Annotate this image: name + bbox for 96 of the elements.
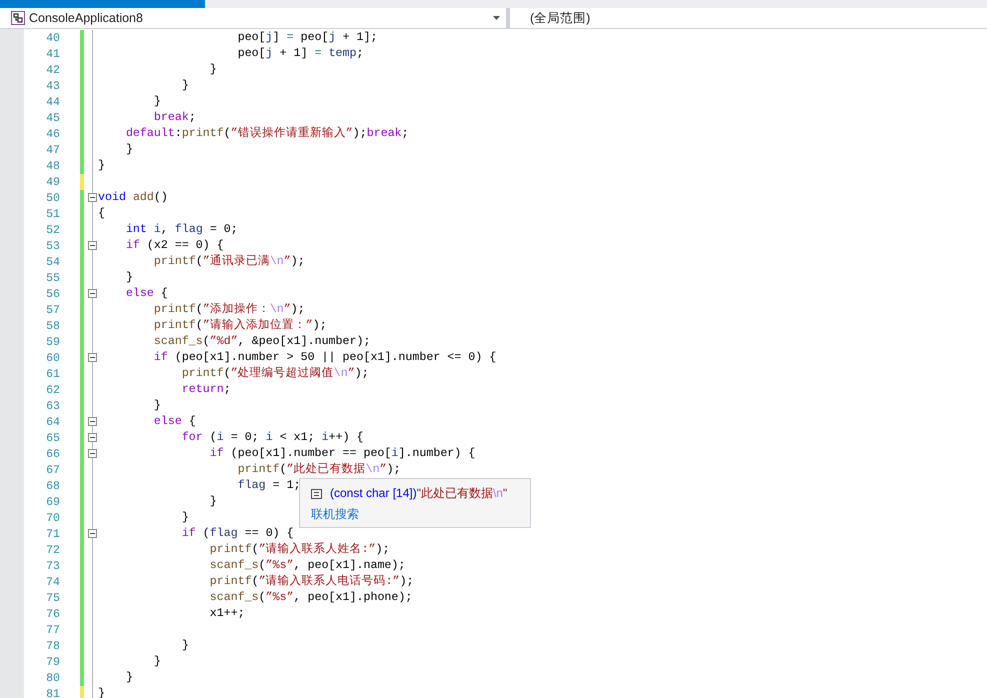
- code-line: }: [124, 270, 133, 286]
- code-line: else {: [152, 414, 196, 430]
- line-number: 67: [45, 464, 60, 476]
- code-line: if (peo[x1].number == peo[i].number) {: [208, 446, 476, 462]
- line-number: 72: [45, 544, 60, 556]
- line-number: 48: [45, 160, 60, 172]
- code-line: scanf_s(”%s”, peo[x1].name);: [208, 558, 406, 574]
- line-number: 47: [45, 144, 60, 156]
- collapse-icon[interactable]: [88, 449, 97, 458]
- code-line: break;: [152, 110, 196, 126]
- line-number: 63: [45, 400, 60, 412]
- line-number: 69: [45, 496, 60, 508]
- code-line: void add(): [98, 190, 168, 206]
- code-line: }: [152, 94, 161, 110]
- code-line: printf(”通讯录已满\n”);: [152, 254, 305, 270]
- line-number: 46: [45, 128, 60, 140]
- code-line: peo[j + 1] = temp;: [236, 46, 364, 62]
- collapse-icon[interactable]: [88, 193, 97, 202]
- code-line: printf(”此处已有数据\n”);: [236, 462, 401, 478]
- code-line: if (x2 == 0) {: [124, 238, 224, 254]
- line-number: 79: [45, 656, 60, 668]
- code-line: x1++;: [208, 606, 245, 622]
- code-line: int i, flag = 0;: [124, 222, 238, 238]
- line-number: 75: [45, 592, 60, 604]
- line-number: 54: [45, 256, 60, 268]
- code-line: if (peo[x1].number > 50 || peo[x1].number <= 0) {: [152, 350, 496, 366]
- code-line: printf(”请输入添加位置：”);: [152, 318, 327, 334]
- code-line: printf(”请输入联系人电话号码:”);: [208, 574, 414, 590]
- line-number: 43: [45, 80, 60, 92]
- line-number: 62: [45, 384, 60, 396]
- line-number: 73: [45, 560, 60, 572]
- code-line: }: [124, 142, 133, 158]
- project-dropdown[interactable]: ConsoleApplication8: [0, 8, 506, 28]
- code-line: return;: [180, 382, 231, 398]
- line-number: 45: [45, 112, 60, 124]
- code-line: printf(”添加操作：\n”);: [152, 302, 305, 318]
- line-number: 81: [45, 688, 60, 698]
- line-number: 65: [45, 432, 60, 444]
- collapse-icon[interactable]: [88, 353, 97, 362]
- line-number: 57: [45, 304, 60, 316]
- code-line: {: [98, 206, 105, 222]
- line-number: 68: [45, 480, 60, 492]
- code-line: }: [98, 158, 105, 174]
- line-number: 80: [45, 672, 60, 684]
- type-signature: (const char [14])"此处已有数据\n": [330, 485, 508, 502]
- line-number: 50: [45, 192, 60, 204]
- line-number: 70: [45, 512, 60, 524]
- project-icon: [11, 11, 25, 25]
- line-number: 60: [45, 352, 60, 364]
- code-line: flag = 1;: [236, 478, 301, 494]
- list-icon: [311, 488, 322, 498]
- line-number: 76: [45, 608, 60, 620]
- line-number: 58: [45, 320, 60, 332]
- code-line: }: [152, 654, 161, 670]
- code-line: scanf_s(”%s”, peo[x1].phone);: [208, 590, 412, 606]
- code-line: }: [208, 494, 217, 510]
- collapse-icon[interactable]: [88, 433, 97, 442]
- line-number: 66: [45, 448, 60, 460]
- code-line: scanf_s(”%d”, &peo[x1].number);: [152, 334, 370, 350]
- code-line: }: [152, 398, 161, 414]
- code-line: default:printf(”错误操作请重新输入”);break;: [124, 126, 409, 142]
- code-line: }: [124, 670, 133, 686]
- line-number: 52: [45, 224, 60, 236]
- line-number: 78: [45, 640, 60, 652]
- code-line: }: [180, 510, 189, 526]
- line-number: 40: [45, 32, 60, 44]
- line-number: 71: [45, 528, 60, 540]
- line-number: 56: [45, 288, 60, 300]
- line-number: 74: [45, 576, 60, 588]
- collapse-icon[interactable]: [88, 529, 97, 538]
- code-line: }: [180, 638, 189, 654]
- code-line: printf(”请输入联系人姓名:”);: [208, 542, 390, 558]
- scope-dropdown[interactable]: (全局范围): [510, 8, 987, 28]
- line-number: 41: [45, 48, 60, 60]
- line-number: 61: [45, 368, 60, 380]
- code-line: }: [180, 78, 189, 94]
- collapse-icon[interactable]: [88, 241, 97, 250]
- line-number: 53: [45, 240, 60, 252]
- online-search-link[interactable]: 联机搜索: [311, 506, 359, 523]
- line-number: 42: [45, 64, 60, 76]
- code-line: for (i = 0; i < x1; i++) {: [180, 430, 364, 446]
- code-line: peo[j] = peo[j + 1];: [236, 30, 378, 46]
- line-number: 64: [45, 416, 60, 428]
- line-number: 55: [45, 272, 60, 284]
- line-number: 44: [45, 96, 60, 108]
- collapse-icon[interactable]: [88, 289, 97, 298]
- code-line: printf(”处理编号超过阈值\n”);: [180, 366, 369, 382]
- collapse-icon[interactable]: [88, 417, 97, 426]
- line-number: 59: [45, 336, 60, 348]
- code-line: if (flag == 0) {: [180, 526, 294, 542]
- caret-icon: [493, 16, 500, 20]
- line-number: 51: [45, 208, 60, 220]
- code-line: else {: [124, 286, 168, 302]
- line-number: 77: [45, 624, 60, 636]
- code-line: }: [208, 62, 217, 78]
- line-number: 49: [45, 176, 60, 188]
